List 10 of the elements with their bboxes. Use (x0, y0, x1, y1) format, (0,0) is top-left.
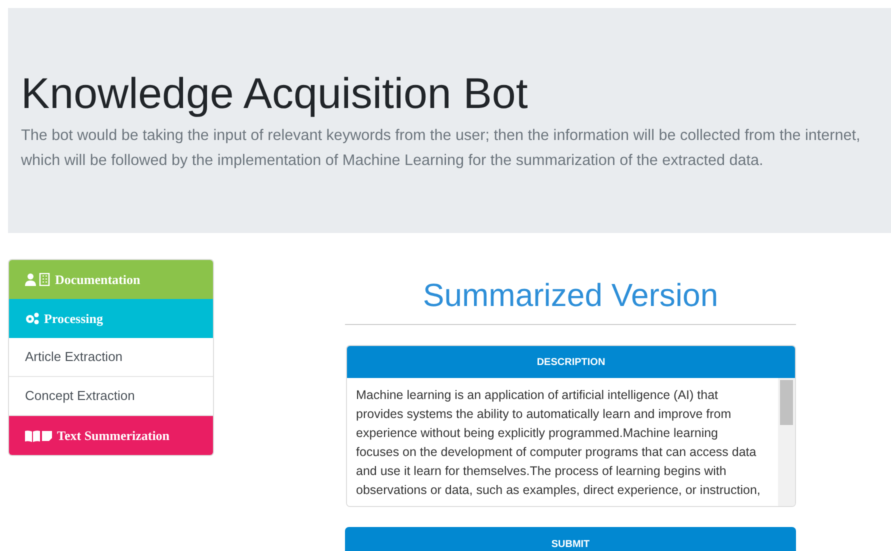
submit-button[interactable]: SUBMIT (345, 527, 796, 551)
page-title: Knowledge Acquisition Bot (21, 69, 529, 120)
menu-header[interactable]: Processing (9, 299, 213, 338)
card-header: DESCRIPTION (347, 346, 795, 378)
menu-header[interactable]: Text Summerization (9, 416, 213, 455)
section-title: Summarized Version (422, 276, 720, 315)
page-description: The bot would be taking the input of relevant keywords from the user; then the information will be collected from the internet, which will be followed by the implementation of Machine Learning for the summarization of the extracted data. (21, 126, 862, 171)
book-note-icon (25, 430, 53, 442)
description-field[interactable]: Machine learning is an application of artificial intelligence (AI) that provides systems the ability to automatically learn and improve from experience without being explicitly programmed.Machine learning focuses on the development of computer programs that can access data and use it learn for themselves.The process of learning begins with observations or data, such as examples, direct experience, or instruction, (347, 378, 795, 506)
user-building-icon (25, 273, 51, 286)
